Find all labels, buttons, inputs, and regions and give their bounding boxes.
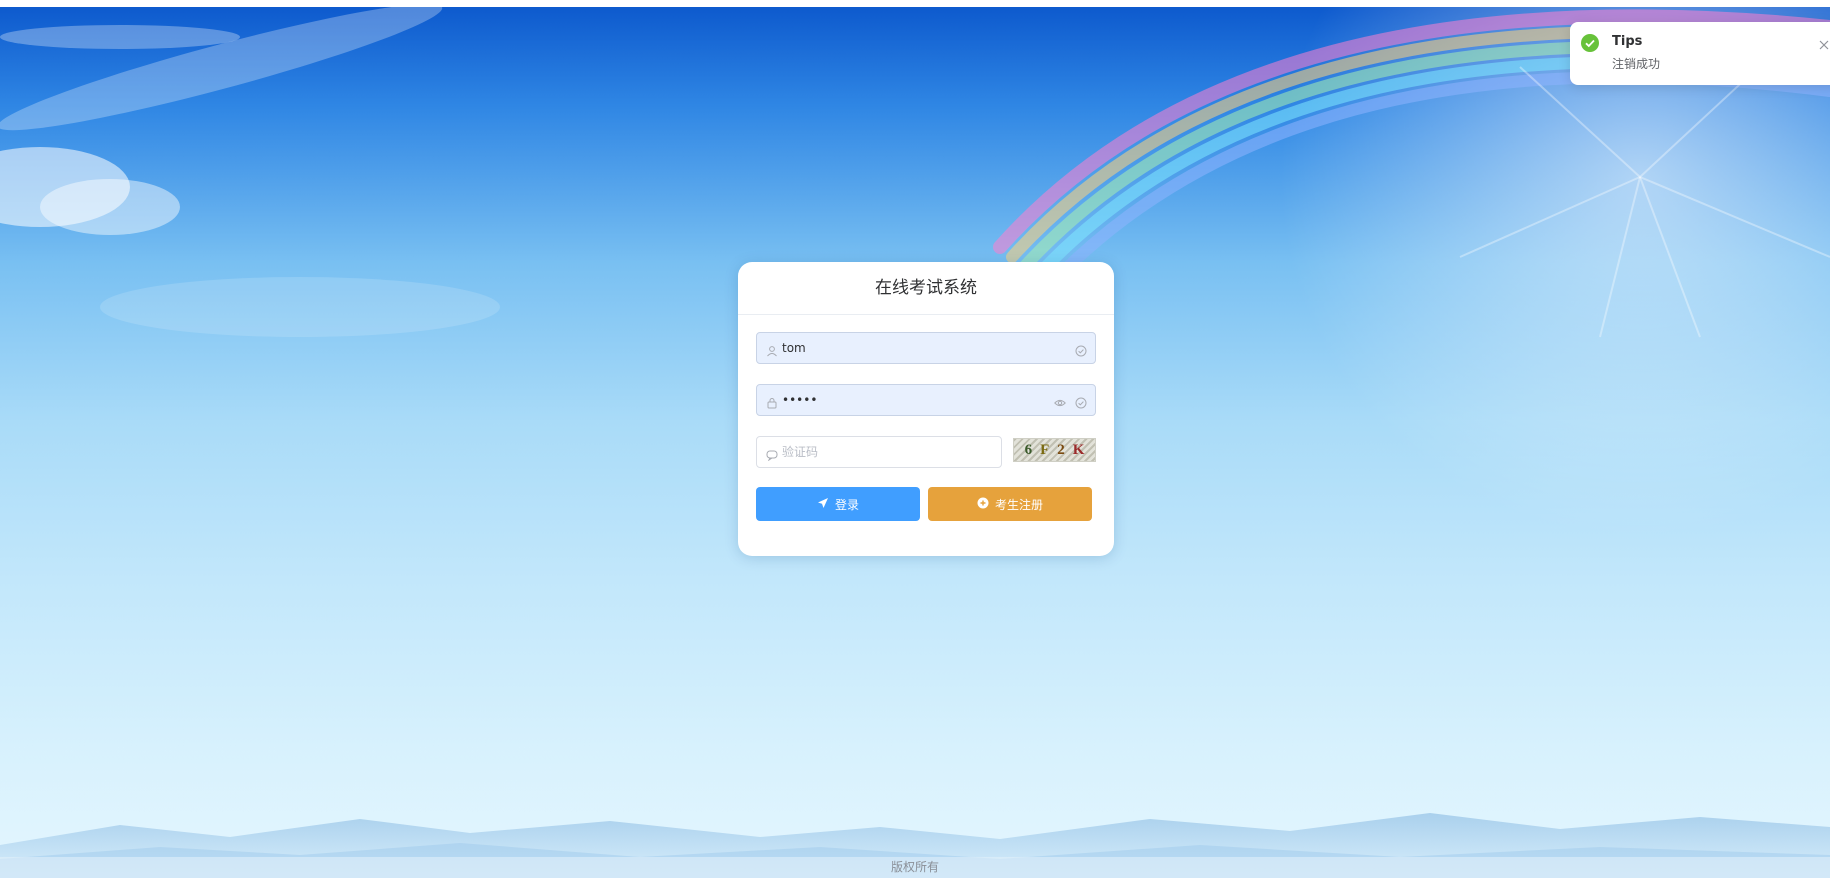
close-icon[interactable] bbox=[1818, 36, 1830, 50]
user-icon bbox=[766, 342, 778, 357]
captcha-input[interactable] bbox=[782, 438, 994, 466]
password-field[interactable] bbox=[756, 384, 1096, 416]
captcha-char: K bbox=[1072, 441, 1085, 458]
captcha-char: 2 bbox=[1057, 441, 1065, 458]
captcha-char: 6 bbox=[1024, 441, 1033, 458]
message-icon bbox=[766, 446, 778, 462]
check-circle-icon bbox=[1075, 394, 1087, 409]
register-button[interactable]: 考生注册 bbox=[928, 487, 1092, 521]
login-title: 在线考试系统 bbox=[738, 262, 1114, 315]
lock-icon bbox=[766, 394, 778, 409]
notification: Tips 注销成功 bbox=[1570, 22, 1830, 85]
success-check-icon bbox=[1581, 34, 1599, 52]
username-field[interactable] bbox=[756, 332, 1096, 364]
login-button[interactable]: 登录 bbox=[756, 487, 920, 521]
top-strip bbox=[0, 0, 1830, 7]
register-button-label: 考生注册 bbox=[994, 497, 1043, 512]
send-icon bbox=[817, 497, 829, 512]
notification-title: Tips bbox=[1612, 34, 1643, 49]
password-input[interactable] bbox=[782, 386, 1062, 414]
captcha-image[interactable]: 6 F 2 K bbox=[1013, 438, 1096, 462]
footer-copyright: 版权所有 bbox=[0, 857, 1830, 878]
circle-plus-icon bbox=[977, 497, 989, 512]
username-input[interactable] bbox=[782, 334, 1062, 362]
eye-icon[interactable] bbox=[1054, 394, 1066, 407]
captcha-char: F bbox=[1040, 441, 1050, 458]
captcha-field[interactable] bbox=[756, 436, 1002, 468]
check-circle-icon bbox=[1075, 342, 1087, 357]
login-card: 在线考试系统 6 F 2 K bbox=[738, 262, 1114, 556]
notification-message: 注销成功 bbox=[1612, 57, 1661, 71]
login-button-label: 登录 bbox=[834, 497, 859, 512]
